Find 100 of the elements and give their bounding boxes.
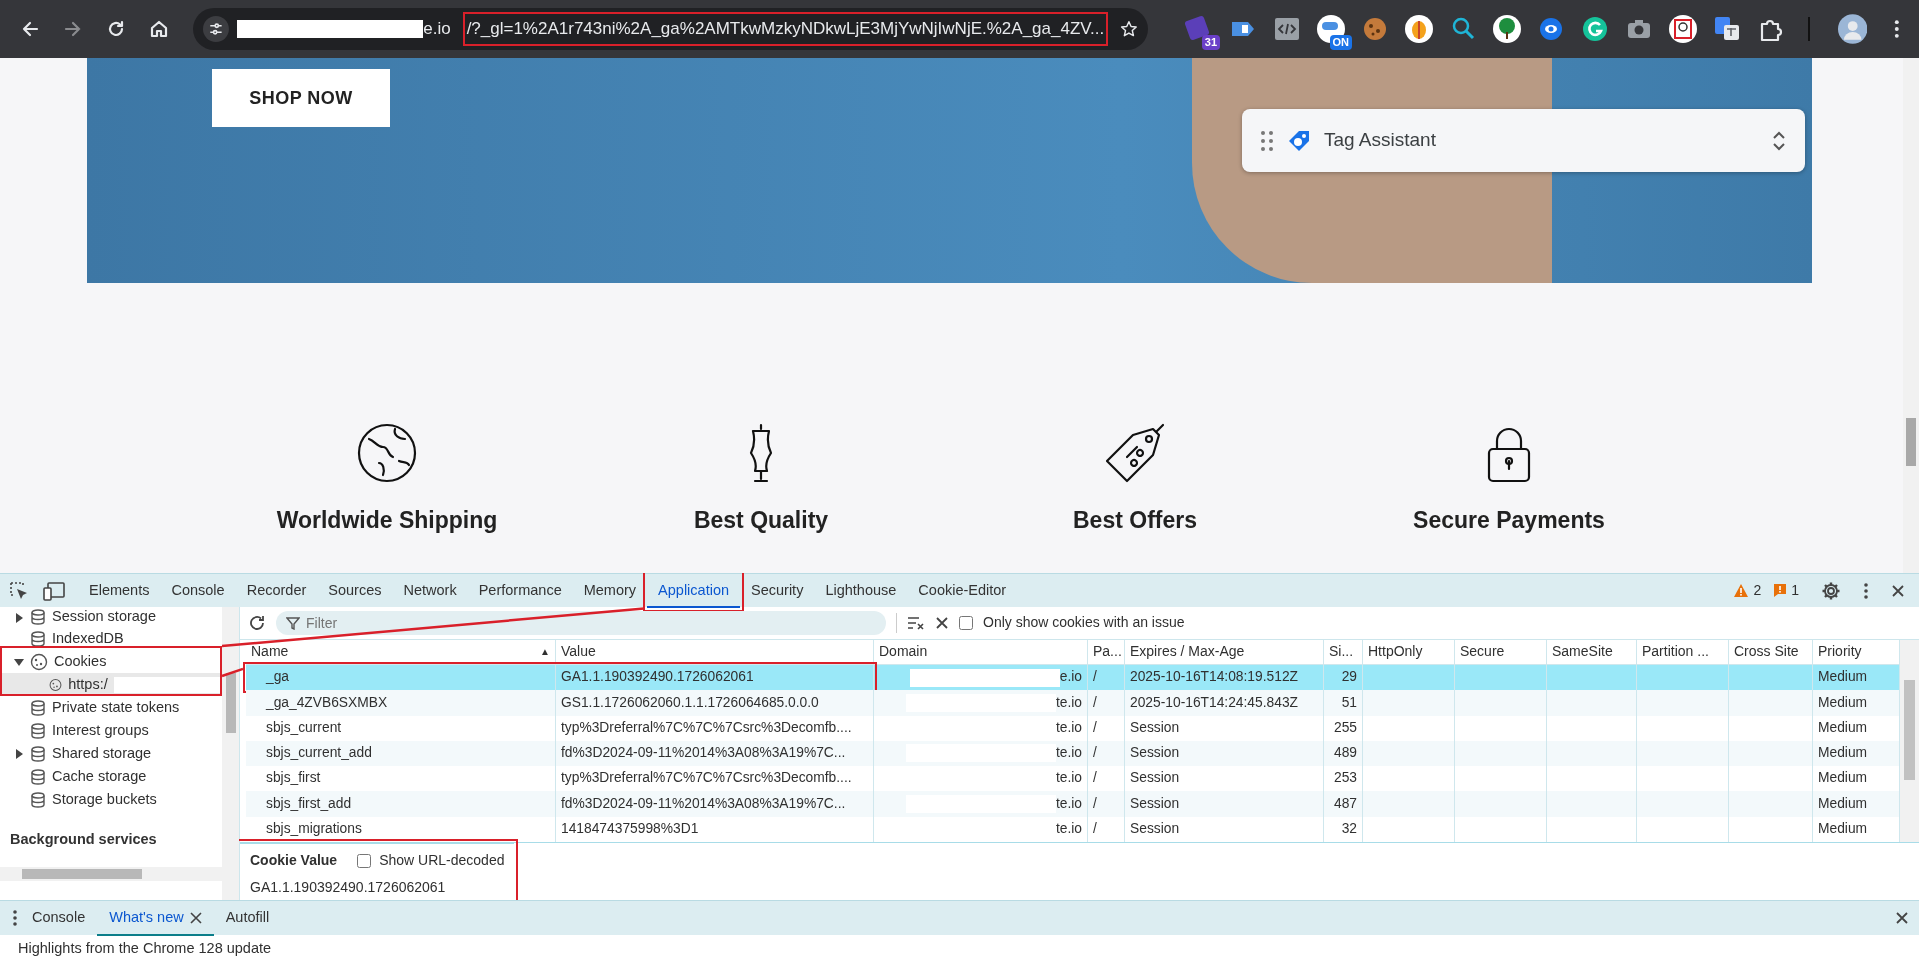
sidebar-item[interactable]: https:/ bbox=[0, 673, 222, 696]
table-cell[interactable]: Session bbox=[1125, 816, 1324, 842]
clear-filtered-icon[interactable] bbox=[907, 614, 925, 631]
database-icon bbox=[30, 768, 46, 785]
table-row[interactable]: sbjs_current_add fd%3D2024-09-11%2014%3A08%3A19%7C... te.io / Session 489 Medium bbox=[246, 740, 1900, 767]
table-cell[interactable]: sbjs_current_add bbox=[246, 740, 556, 767]
sidebar-item[interactable]: Cache storage bbox=[0, 765, 222, 788]
fruit-icon[interactable] bbox=[1404, 14, 1435, 44]
sort-arrow[interactable]: ▲ bbox=[540, 644, 550, 660]
feature-title: Best Offers bbox=[1073, 506, 1197, 535]
portrait-icon[interactable] bbox=[1668, 14, 1699, 44]
table-cell[interactable]: / bbox=[1088, 690, 1125, 716]
table-cell[interactable]: typ%3Dreferral%7C%7C%7Csrc%3Decomfb.... bbox=[556, 715, 874, 741]
table-cell[interactable]: 1418474375998%3D1 bbox=[556, 816, 874, 842]
table-cell[interactable]: 489 bbox=[1324, 740, 1363, 767]
column-header[interactable]: Secure bbox=[1455, 639, 1547, 665]
table-cell[interactable]: 255 bbox=[1324, 715, 1363, 741]
vertical-scrollbar[interactable] bbox=[222, 607, 239, 900]
shop-now-button[interactable]: SHOP NOW bbox=[212, 69, 390, 127]
collapsed-arrow-icon[interactable] bbox=[14, 746, 24, 761]
feature-title: Worldwide Shipping bbox=[276, 506, 498, 535]
drag-handle-icon[interactable] bbox=[1260, 129, 1274, 152]
close-icon[interactable] bbox=[1891, 583, 1905, 598]
table-row[interactable]: sbjs_migrations 1418474375998%3D1 te.io / Session 32 Medium bbox=[246, 816, 1900, 842]
close-icon[interactable] bbox=[189, 912, 202, 924]
panel-tab[interactable]: Recorder bbox=[235, 573, 318, 608]
database-icon bbox=[30, 699, 46, 716]
table-cell-text: e.io bbox=[1059, 668, 1082, 687]
column-header[interactable]: Expires / Max-Age bbox=[1125, 639, 1324, 665]
sidebar-item[interactable]: Session storage bbox=[0, 607, 222, 627]
sidebar-item[interactable]: Shared storage bbox=[0, 742, 222, 765]
table-cell[interactable]: 32 bbox=[1324, 816, 1363, 842]
panel-tab[interactable]: Elements bbox=[78, 573, 161, 608]
panel-tab[interactable]: Network bbox=[392, 573, 468, 608]
column-header[interactable]: SameSite bbox=[1547, 639, 1637, 665]
address-bar[interactable]: e.io /?_gl=1%2A1r743ni%2A_ga%2AMTkwMzkyNDkwLjE3MjYwNjIwNjE.%2A_ga_4ZV... bbox=[193, 8, 1149, 50]
horizontal-scrollbar[interactable] bbox=[0, 866, 222, 881]
column-header[interactable]: Pa... bbox=[1088, 639, 1125, 665]
table-row[interactable]: _ga_4ZVB6SXMBX GS1.1.1726062060.1.1.1726064685.0.0.0 te.io / 2025-10-16T14:24:45.843Z 51 Medium bbox=[246, 690, 1900, 716]
column-header[interactable]: Partition ... bbox=[1637, 639, 1729, 665]
checkbox[interactable] bbox=[959, 615, 973, 630]
avatar-icon[interactable] bbox=[1838, 14, 1868, 44]
table-cell[interactable]: 2025-10-16T14:24:45.843Z bbox=[1125, 690, 1324, 716]
filter-field[interactable]: Filter bbox=[276, 610, 886, 635]
drawer-tab[interactable]: Autofill bbox=[213, 900, 282, 936]
home-icon bbox=[149, 19, 170, 39]
tree-icon[interactable] bbox=[1492, 14, 1523, 44]
table-cell[interactable]: _ga_4ZVB6SXMBX bbox=[246, 690, 556, 716]
sidebar-item[interactable]: Cookies bbox=[0, 650, 222, 673]
drawer-tab[interactable]: What's new bbox=[97, 900, 214, 936]
settings-icon[interactable] bbox=[1821, 580, 1841, 601]
table-cell[interactable]: / bbox=[1088, 740, 1125, 767]
drawer-tab[interactable]: Console bbox=[20, 900, 98, 936]
table-cell[interactable]: fd%3D2024-09-11%2014%3A08%3A19%7C... bbox=[556, 740, 874, 767]
sidebar-item[interactable]: Interest groups bbox=[0, 719, 222, 742]
panel-tab[interactable]: Lighthouse bbox=[814, 573, 908, 608]
globe-icon bbox=[355, 421, 419, 485]
sidebar-item[interactable]: Storage buckets bbox=[0, 788, 222, 811]
table-row[interactable]: _ga GA1.1.190392490.1726062061 e.io / 2025-10-16T14:08:19.512Z 29 Medium bbox=[246, 664, 1900, 691]
message-text: Highlights from the Chrome 128 update bbox=[17, 939, 273, 959]
column-header[interactable]: HttpOnly bbox=[1363, 639, 1455, 665]
panel-tab[interactable]: Performance bbox=[467, 573, 573, 608]
column-header[interactable]: Cross Site bbox=[1729, 639, 1813, 665]
panel-tab[interactable]: Console bbox=[160, 573, 236, 608]
panel-tab[interactable]: Security bbox=[740, 573, 815, 608]
table-cell[interactable]: Session bbox=[1125, 740, 1324, 767]
column-header[interactable]: Si... bbox=[1324, 639, 1363, 665]
table-row[interactable]: sbjs_current typ%3Dreferral%7C%7C%7Csrc%3Decomfb.... te.io / Session 255 Medium bbox=[246, 715, 1900, 741]
warning-count[interactable]: 2 bbox=[1753, 580, 1762, 601]
close-icon[interactable] bbox=[1895, 911, 1909, 925]
table-row[interactable]: sbjs_first_add fd%3D2024-09-11%2014%3A08%3A19%7C... te.io / Session 487 Medium bbox=[246, 791, 1900, 817]
sidebar-item[interactable]: Private state tokens bbox=[0, 696, 222, 719]
table-cell[interactable]: sbjs_first_add bbox=[246, 791, 556, 817]
scrollbar-thumb[interactable] bbox=[1906, 418, 1916, 466]
table-cell[interactable]: / bbox=[1088, 791, 1125, 817]
table-cell[interactable]: Session bbox=[1125, 791, 1324, 817]
vertical-scrollbar[interactable] bbox=[1900, 639, 1919, 842]
panel-tab[interactable]: Sources bbox=[317, 573, 393, 608]
table-cell[interactable]: fd%3D2024-09-11%2014%3A08%3A19%7C... bbox=[556, 791, 874, 817]
panel-tab[interactable]: Memory bbox=[572, 573, 648, 608]
refresh-icon[interactable] bbox=[248, 613, 266, 632]
issue-icon bbox=[1773, 583, 1788, 598]
table-cell[interactable]: Session bbox=[1125, 715, 1324, 741]
checkbox[interactable] bbox=[357, 853, 372, 868]
issue-count[interactable]: 1 bbox=[1791, 580, 1799, 601]
sidebar-item[interactable]: IndexedDB bbox=[0, 627, 222, 650]
device-toolbar-icon[interactable] bbox=[42, 579, 68, 602]
scrollbar[interactable] bbox=[1903, 58, 1919, 573]
table-cell[interactable]: sbjs_current bbox=[246, 715, 556, 741]
table-cell[interactable]: / bbox=[1088, 816, 1125, 842]
table-cell[interactable]: 51 bbox=[1324, 690, 1363, 716]
close-icon[interactable] bbox=[935, 615, 949, 630]
panel-tab[interactable]: Cookie-Editor bbox=[907, 573, 1018, 608]
table-cell[interactable]: / bbox=[1088, 715, 1125, 741]
more-options-icon[interactable] bbox=[10, 908, 20, 928]
column-header[interactable]: Domain bbox=[874, 639, 1088, 665]
table-cell[interactable]: 487 bbox=[1324, 791, 1363, 817]
table-cell-text: te.io bbox=[1055, 820, 1082, 838]
table-cell[interactable]: sbjs_migrations bbox=[246, 816, 556, 842]
table-cell[interactable]: GS1.1.1726062060.1.1.1726064685.0.0.0 bbox=[556, 690, 874, 716]
